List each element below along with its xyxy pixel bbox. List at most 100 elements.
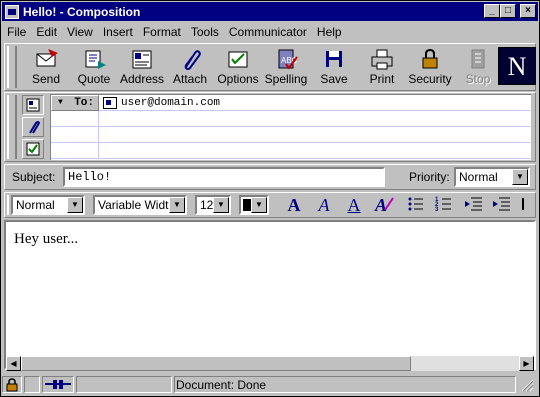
- save-icon: [320, 47, 348, 71]
- save-button[interactable]: Save: [311, 47, 357, 89]
- italic-button[interactable]: A: [312, 194, 336, 216]
- send-icon: [32, 47, 60, 71]
- outdent-icon: [465, 197, 482, 211]
- address-row[interactable]: [51, 143, 532, 159]
- numbered-list-button[interactable]: 123: [432, 194, 456, 216]
- message-body[interactable]: [4, 220, 536, 370]
- address-label: Address: [119, 72, 165, 86]
- address-button[interactable]: Address: [119, 47, 165, 89]
- subject-input[interactable]: Hello!: [63, 167, 385, 187]
- priority-select[interactable]: Normal ▼: [454, 167, 530, 187]
- address-list[interactable]: To: user@domain.com: [50, 94, 532, 160]
- address-tab-button[interactable]: [22, 95, 44, 115]
- chevron-down-icon[interactable]: ▼: [213, 197, 229, 213]
- scroll-left-icon[interactable]: ◀: [6, 356, 21, 371]
- priority-value: Normal: [459, 170, 498, 184]
- print-icon: [368, 47, 396, 71]
- indent-icon: [493, 197, 510, 211]
- spelling-button[interactable]: ABC Spelling: [263, 47, 309, 89]
- spelling-label: Spelling: [264, 72, 308, 86]
- indent-button[interactable]: [490, 194, 514, 216]
- status-bar: [2, 375, 538, 395]
- options-icon: [224, 47, 252, 71]
- attachment-tab-button[interactable]: [22, 117, 44, 137]
- plug-icon: [45, 380, 71, 389]
- quote-label: Quote: [77, 72, 111, 86]
- maximize-button[interactable]: □: [500, 4, 516, 18]
- close-button[interactable]: ×: [520, 4, 536, 18]
- menu-edit[interactable]: Edit: [31, 25, 62, 39]
- attach-button[interactable]: Attach: [167, 47, 213, 89]
- font-select[interactable]: Variable Width ▼: [93, 195, 187, 215]
- chevron-down-icon[interactable]: ▼: [251, 197, 267, 213]
- options-button[interactable]: Options: [215, 47, 261, 89]
- font-size-select[interactable]: 12 ▼: [195, 195, 231, 215]
- horizontal-scrollbar[interactable]: ◀ ▶: [6, 356, 534, 371]
- address-row[interactable]: To: user@domain.com: [51, 95, 532, 111]
- bold-button[interactable]: A: [282, 194, 306, 216]
- scroll-right-icon[interactable]: ▶: [519, 356, 534, 371]
- chevron-down-icon[interactable]: ▼: [169, 197, 185, 213]
- print-label: Print: [369, 72, 395, 86]
- lock-icon: [416, 47, 444, 71]
- menu-help[interactable]: Help: [312, 25, 347, 39]
- security-status[interactable]: [2, 376, 22, 393]
- address-row[interactable]: [51, 111, 532, 127]
- svg-text:3: 3: [435, 207, 439, 213]
- message-body-text[interactable]: Hey user...: [14, 231, 78, 248]
- menu-tools[interactable]: Tools: [186, 25, 224, 39]
- font-size-value: 12: [200, 198, 214, 212]
- save-label: Save: [320, 72, 348, 86]
- quote-button[interactable]: Quote: [71, 47, 117, 89]
- numbered-list-icon: 123: [435, 197, 451, 213]
- paragraph-style-select[interactable]: Normal ▼: [11, 195, 85, 215]
- quote-icon: [80, 47, 108, 71]
- print-button[interactable]: Print: [359, 47, 405, 89]
- bullet-list-icon: [408, 197, 423, 211]
- clear-styles-button[interactable]: A: [372, 194, 396, 216]
- bullet-list-button[interactable]: [404, 194, 428, 216]
- underline-button[interactable]: A: [342, 194, 366, 216]
- title-bar[interactable]: Hello! - Composition _ □ ×: [2, 2, 538, 21]
- scroll-thumb[interactable]: [21, 356, 411, 371]
- svg-text:A: A: [374, 195, 387, 214]
- clear-styles-icon: A: [374, 195, 394, 215]
- subject-label: Subject:: [12, 170, 56, 184]
- checklist-icon: [26, 142, 40, 156]
- send-button[interactable]: Send: [23, 47, 69, 89]
- menu-bar: File Edit View Insert Format Tools Commu…: [2, 22, 538, 42]
- options-tab-button[interactable]: [22, 139, 44, 159]
- address-row[interactable]: [51, 127, 532, 143]
- alignment-icon: [522, 198, 524, 210]
- toolbar-grip[interactable]: [7, 46, 17, 88]
- resize-grip-icon[interactable]: [518, 376, 536, 393]
- lock-icon: [6, 378, 18, 392]
- status-text: Document: Done: [176, 378, 267, 392]
- paperclip-icon: [176, 47, 204, 71]
- menu-insert[interactable]: Insert: [98, 25, 138, 39]
- app-icon: [5, 4, 19, 19]
- connection-status[interactable]: [42, 376, 74, 393]
- stop-button[interactable]: Stop: [455, 47, 501, 89]
- alignment-button[interactable]: [516, 194, 530, 216]
- options-label: Options: [217, 72, 259, 86]
- menu-format[interactable]: Format: [138, 25, 186, 39]
- address-card-icon: [26, 98, 40, 112]
- minimize-button[interactable]: _: [484, 4, 500, 18]
- security-button[interactable]: Security: [407, 47, 453, 89]
- menu-file[interactable]: File: [2, 25, 31, 39]
- chevron-down-icon[interactable]: ▼: [512, 169, 528, 185]
- security-label: Security: [408, 72, 452, 86]
- chevron-down-icon[interactable]: ▼: [67, 197, 83, 213]
- netscape-logo[interactable]: N: [498, 47, 536, 85]
- menu-view[interactable]: View: [62, 25, 98, 39]
- stop-label: Stop: [465, 72, 491, 86]
- menu-communicator[interactable]: Communicator: [224, 25, 312, 39]
- address-icon: [128, 47, 156, 71]
- outdent-button[interactable]: [462, 194, 486, 216]
- to-recipient[interactable]: user@domain.com: [103, 95, 220, 111]
- text-color-select[interactable]: ▼: [239, 195, 269, 215]
- window-title: Hello! - Composition: [23, 4, 141, 19]
- to-type-dropdown[interactable]: To:: [51, 95, 99, 111]
- spelling-icon: ABC: [272, 47, 300, 71]
